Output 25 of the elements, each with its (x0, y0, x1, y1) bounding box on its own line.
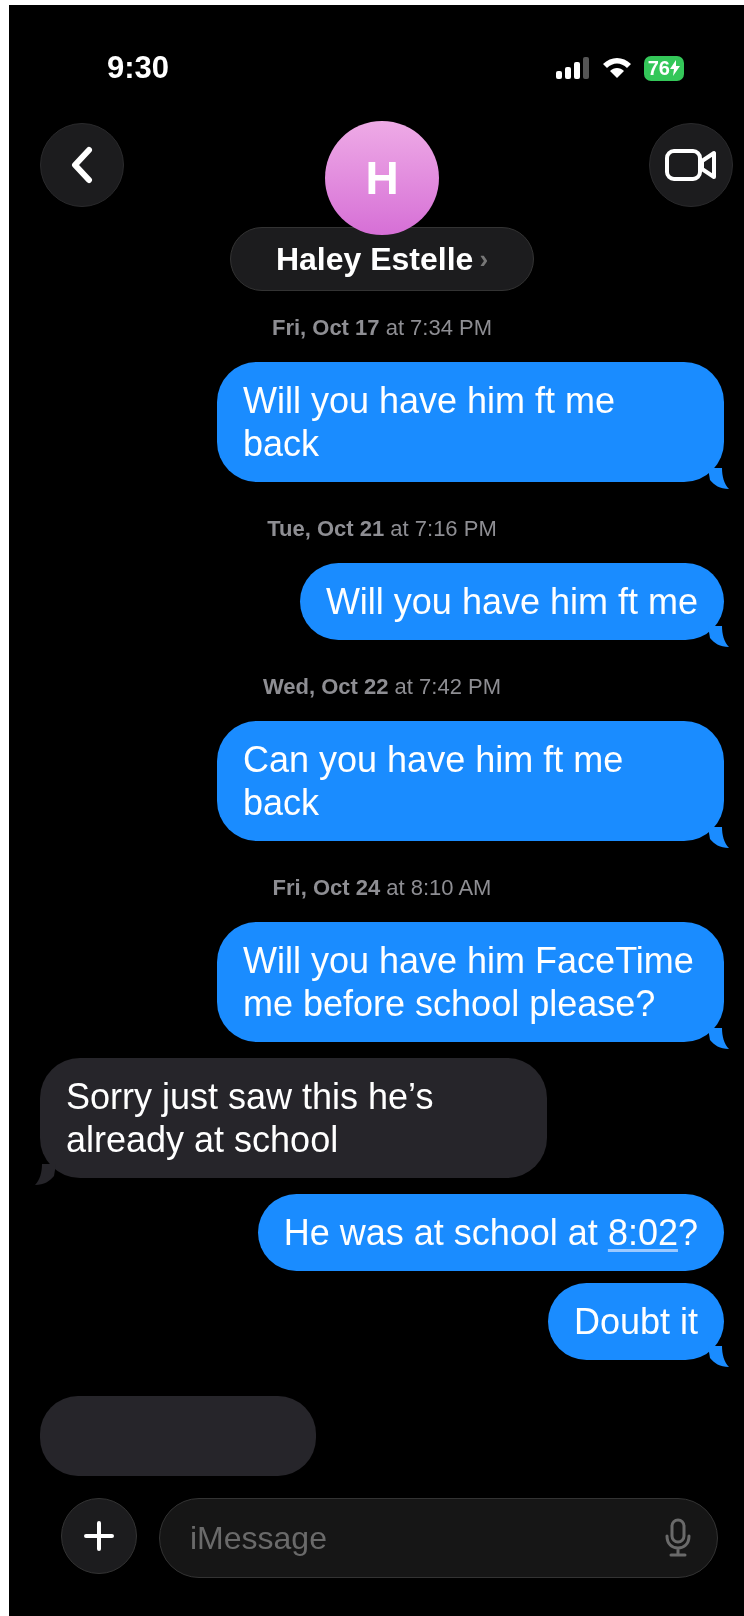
signal-icon (555, 57, 590, 79)
microphone-icon (664, 1518, 692, 1558)
message-text: Will you have him ft me back (243, 379, 617, 465)
contact-avatar[interactable]: H (325, 121, 439, 235)
battery-icon: 76 (643, 55, 684, 81)
message-text: Can you have him ft me back (243, 738, 625, 824)
message-text: He was at school at 8:02? (283, 1211, 698, 1254)
chevron-text: › (479, 242, 489, 276)
contact-name: Haley Estelle (275, 240, 474, 279)
timestamp: Fri, Oct 17 at 7:34 PM (271, 314, 493, 342)
plus-icon (84, 1521, 114, 1551)
video-camera-icon (665, 148, 717, 182)
message-text: Will you have him FaceTime me before school please? (243, 939, 695, 1025)
timestamp: Tue, Oct 21 at 7:16 PM (267, 515, 497, 543)
message-text: Doubt it (573, 1300, 698, 1343)
chevron-left-icon (70, 146, 94, 184)
name-pill[interactable]: Haley Estelle › (230, 227, 534, 291)
timestamp: Fri, Oct 24 at 8:10 AM (272, 874, 492, 902)
time-link[interactable]: 8:02 (607, 1212, 678, 1253)
timestamp: Wed, Oct 22 at 7:42 PM (262, 673, 501, 701)
message-text: Sorry just saw this he’s already at school (66, 1075, 435, 1161)
status-time: 9:30 (107, 48, 170, 87)
message-text: Will you have him ft me (325, 580, 698, 623)
wifi-icon (601, 57, 632, 79)
message-field[interactable]: iMessage (159, 1498, 718, 1578)
